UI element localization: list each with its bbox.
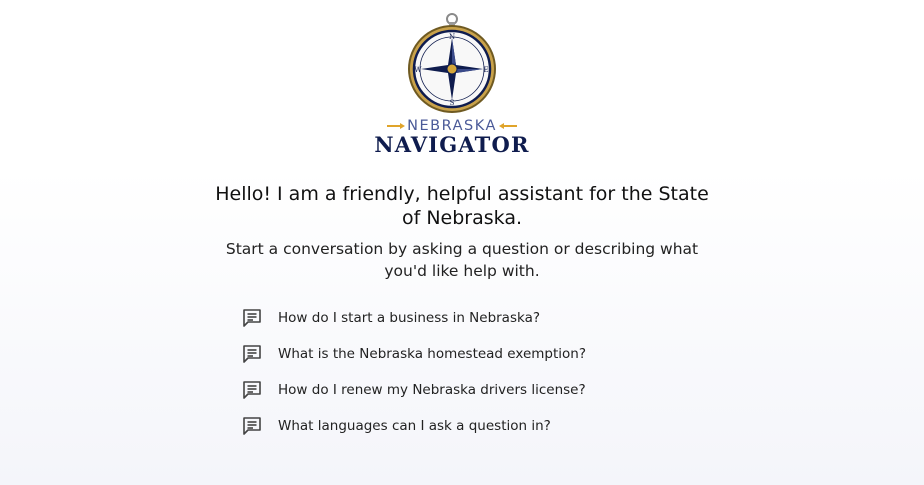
compass-letter-n: N	[449, 33, 455, 41]
chat-icon	[243, 417, 261, 435]
suggestion-text: How do I start a business in Nebraska?	[278, 310, 541, 326]
greeting-heading: Hello! I am a friendly, helpful assistan…	[215, 183, 709, 229]
gold-arrow-right	[498, 123, 517, 129]
suggestion-text: What languages can I ask a question in?	[278, 418, 551, 434]
chat-icon	[243, 381, 261, 399]
chat-icon	[243, 309, 261, 327]
suggestion-text: How do I renew my Nebraska drivers licen…	[278, 382, 586, 398]
chat-icon	[243, 345, 261, 363]
logo-navigator-text: NAVIGATOR	[374, 132, 530, 157]
compass-letter-e: E	[483, 66, 488, 74]
suggestion-renew-license[interactable]: How do I renew my Nebraska drivers licen…	[238, 372, 698, 408]
suggestion-text: What is the Nebraska homestead exemption…	[278, 346, 586, 362]
suggestion-start-business[interactable]: How do I start a business in Nebraska?	[238, 300, 698, 336]
nebraska-navigator-logo: N S E W NEBRASKA NAVIGATOR	[372, 12, 532, 162]
suggestion-homestead-exemption[interactable]: What is the Nebraska homestead exemption…	[238, 336, 698, 372]
compass-letter-w: W	[414, 66, 422, 74]
compass-icon: N S E W	[408, 13, 496, 113]
greeting-subtitle: Start a conversation by asking a questio…	[225, 240, 699, 280]
gold-arrow-left	[387, 123, 406, 129]
suggestion-languages[interactable]: What languages can I ask a question in?	[238, 408, 698, 444]
compass-letter-s: S	[450, 99, 455, 107]
suggestion-list: How do I start a business in Nebraska? W…	[238, 300, 698, 444]
